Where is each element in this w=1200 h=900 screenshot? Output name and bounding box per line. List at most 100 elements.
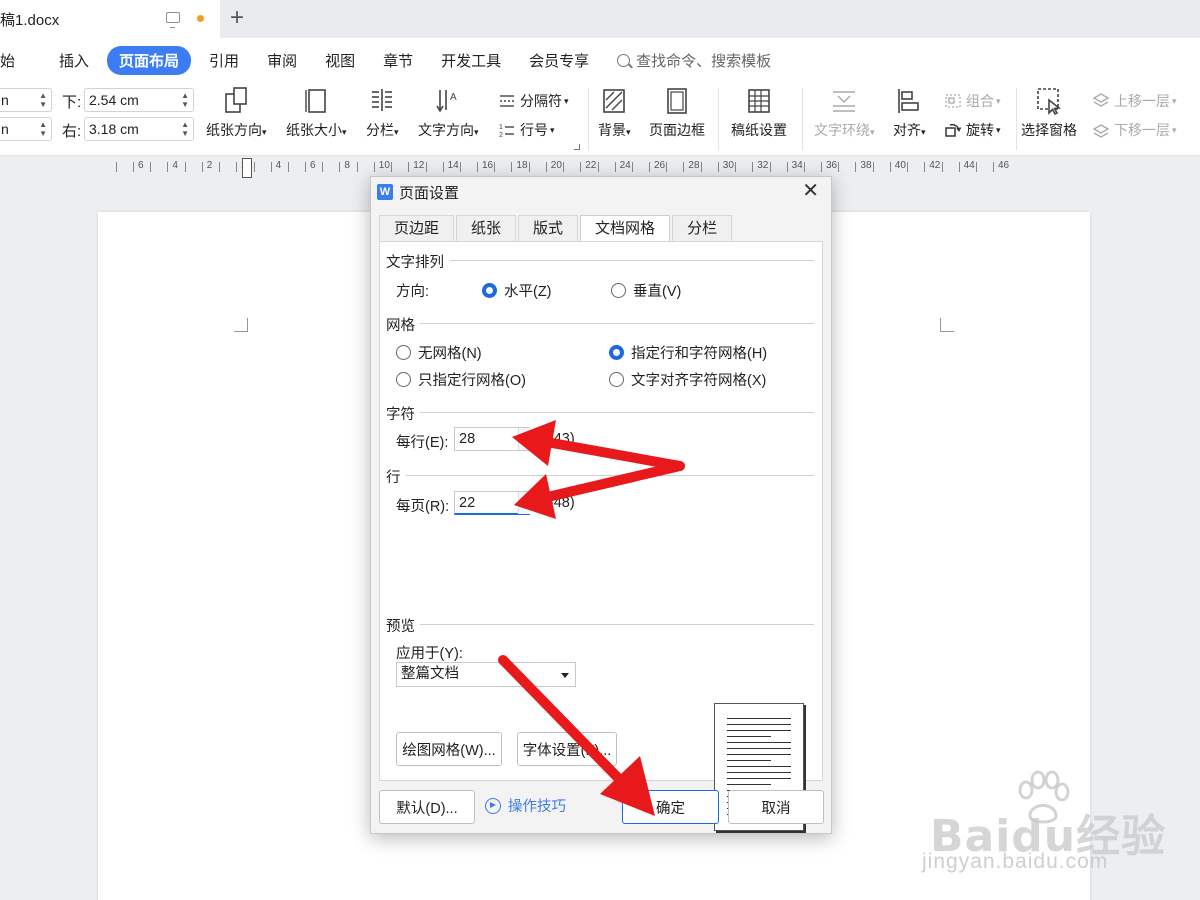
- monitor-icon[interactable]: [166, 12, 180, 28]
- ruler-number: 34: [791, 160, 803, 171]
- selection-pane-button[interactable]: 选择窗格: [1021, 86, 1077, 140]
- bring-forward-button[interactable]: 上移一层 ▾: [1092, 91, 1177, 111]
- ruler-tick: [563, 162, 565, 172]
- rotate-button[interactable]: 旋转 ▾: [944, 120, 1001, 140]
- text-direction-label: 文字方向: [418, 122, 474, 138]
- send-backward-button[interactable]: 下移一层 ▾: [1092, 120, 1177, 140]
- radio-vertical[interactable]: 垂直(V): [611, 280, 681, 301]
- page-setup-dialog: W 页面设置 ✕ 页边距 纸张 版式 文档网格 分栏 文字排列 方向: 水平(Z…: [370, 176, 832, 834]
- preview-text-line: [727, 772, 791, 773]
- radio-indicator: [609, 345, 624, 360]
- spin-arrows-icon[interactable]: ▲ ▼: [39, 91, 47, 109]
- text-arrangement-label: 文字排列: [386, 251, 446, 272]
- chevron-down-icon: [561, 673, 569, 678]
- ruler-number: 8: [344, 160, 350, 171]
- paper-orientation-button[interactable]: 纸张方向▾: [206, 86, 267, 140]
- svg-text:2: 2: [499, 132, 503, 138]
- margin-left-field[interactable]: n ▲ ▼: [0, 117, 52, 141]
- tab-document-grid[interactable]: 文档网格: [580, 215, 671, 243]
- document-tab[interactable]: 稿1.docx: [0, 0, 220, 38]
- background-button[interactable]: 背景▾: [598, 86, 631, 140]
- ruler-tick: [941, 162, 943, 172]
- dialog-tabs: 页边距 纸张 版式 文档网格 分栏: [379, 215, 734, 243]
- page-border-icon: [667, 88, 687, 114]
- spin-arrows-icon[interactable]: ▲ ▼: [39, 120, 47, 138]
- close-icon[interactable]: ✕: [802, 181, 819, 201]
- ruler-number: 2: [206, 160, 213, 171]
- group-divider: [420, 323, 814, 324]
- tab-paper[interactable]: 纸张: [456, 215, 517, 243]
- margin-top-field[interactable]: n ▲ ▼: [0, 88, 52, 112]
- tab-layout[interactable]: 版式: [518, 215, 579, 243]
- tab-columns[interactable]: 分栏: [672, 215, 733, 243]
- spin-arrows-icon[interactable]: ▲ ▼: [181, 120, 189, 138]
- tab-margins[interactable]: 页边距: [379, 215, 455, 243]
- default-button[interactable]: 默认(D)...: [379, 790, 475, 824]
- ok-button[interactable]: 确定: [622, 790, 719, 824]
- new-tab-button[interactable]: +: [230, 4, 244, 32]
- cancel-button[interactable]: 取消: [728, 790, 824, 824]
- ruler-tick: [236, 162, 238, 172]
- page-border-button[interactable]: 页面边框: [649, 86, 705, 140]
- font-settings-button[interactable]: 字体设置(F)...: [517, 732, 617, 766]
- spin-arrows-icon[interactable]: ▲ ▼: [181, 91, 189, 109]
- menu-developer[interactable]: 开发工具: [441, 50, 501, 71]
- apply-to-select[interactable]: 整篇文档: [396, 662, 576, 687]
- ruler-tick: [425, 162, 427, 172]
- ruler-tick: [614, 162, 616, 172]
- menu-section[interactable]: 章节: [383, 50, 413, 71]
- margin-bottom-field[interactable]: 2.54 cm ▲ ▼: [84, 88, 194, 112]
- radio-line-grid-only-label: 只指定行网格(O): [418, 373, 526, 389]
- menu-page-layout[interactable]: 页面布局: [107, 45, 192, 75]
- lines-per-page-value: 22: [459, 495, 476, 511]
- text-direction-button[interactable]: A 文字方向▾: [418, 86, 479, 140]
- dialog-title-bar[interactable]: W 页面设置 ✕: [371, 177, 831, 207]
- tips-link[interactable]: 操作技巧: [485, 795, 566, 816]
- radio-line-grid-only[interactable]: 只指定行网格(O): [396, 369, 526, 390]
- ruler-tick: [717, 162, 719, 172]
- rotate-label: 旋转: [966, 122, 994, 138]
- page-corner-mark: [234, 318, 248, 332]
- menu-references[interactable]: 引用: [209, 50, 239, 71]
- columns-button[interactable]: 分栏▾: [366, 86, 399, 140]
- menu-view[interactable]: 视图: [325, 50, 355, 71]
- radio-line-and-char-grid[interactable]: 指定行和字符网格(H): [609, 342, 767, 363]
- preview-text-line: [727, 766, 791, 767]
- margin-right-field[interactable]: 3.18 cm ▲ ▼: [84, 117, 194, 141]
- dialog-launcher-icon[interactable]: [574, 144, 580, 150]
- apply-to-label: 应用于(Y):: [396, 646, 463, 662]
- radio-horizontal[interactable]: 水平(Z): [482, 280, 552, 301]
- menu-membership[interactable]: 会员专享: [529, 50, 589, 71]
- indent-marker-icon[interactable]: [242, 158, 252, 178]
- chars-spinner[interactable]: [518, 428, 530, 450]
- ruler-number: 46: [998, 160, 1010, 171]
- preview-text-line: [727, 754, 791, 755]
- menu-start[interactable]: 始: [0, 50, 15, 71]
- command-search[interactable]: 查找命令、搜索模板: [617, 50, 771, 71]
- line-number-button[interactable]: 12 行号 ▾: [498, 120, 555, 140]
- menu-review[interactable]: 审阅: [267, 50, 297, 71]
- group-button[interactable]: 组合 ▾: [944, 91, 1001, 111]
- margin-left-value: n: [1, 121, 9, 137]
- group-divider: [406, 475, 814, 476]
- radio-no-grid[interactable]: 无网格(N): [396, 342, 482, 363]
- draw-grid-button[interactable]: 绘图网格(W)...: [396, 732, 502, 766]
- send-backward-label: 下移一层: [1114, 122, 1170, 138]
- lines-spinner[interactable]: [518, 492, 530, 514]
- paper-size-button[interactable]: 纸张大小▾: [286, 86, 347, 140]
- separator-button[interactable]: 分隔符 ▾: [498, 91, 569, 111]
- ruler-number: 42: [929, 160, 941, 171]
- manuscript-icon: [748, 89, 770, 113]
- menu-insert[interactable]: 插入: [59, 50, 89, 71]
- align-button[interactable]: 对齐▾: [893, 86, 926, 140]
- ruler-tick: [253, 162, 255, 172]
- ruler-tick: [580, 162, 582, 172]
- radio-text-snap-char-grid[interactable]: 文字对齐字符网格(X): [609, 369, 766, 390]
- text-wrap-button[interactable]: 文字环绕▾: [814, 86, 875, 140]
- preview-text-line: [727, 724, 791, 725]
- align-icon: [898, 89, 920, 113]
- manuscript-settings-button[interactable]: 稿纸设置: [731, 86, 787, 140]
- columns-icon: [372, 89, 393, 111]
- chars-label: 字符: [386, 403, 417, 424]
- radio-indicator: [609, 372, 624, 387]
